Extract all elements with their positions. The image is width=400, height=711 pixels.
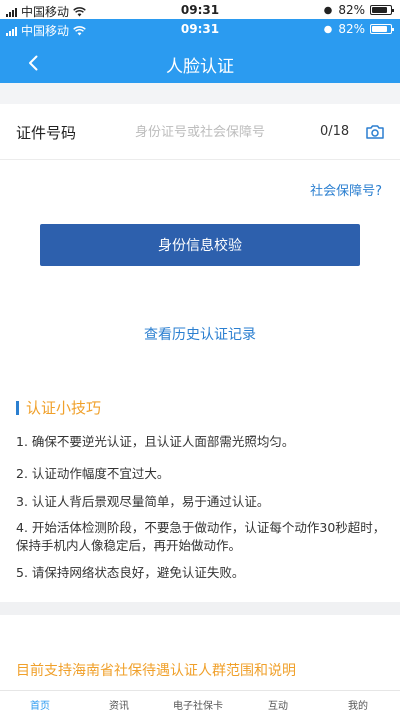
- ghost-status-right: 82%: [323, 3, 394, 17]
- tab-bar: 首页 资讯 电子社保卡 互动 我的: [0, 690, 400, 711]
- tips-header: 认证小技巧: [16, 397, 101, 418]
- section-divider: [0, 602, 400, 615]
- battery-icon: [370, 5, 394, 15]
- status-right: 82%: [323, 22, 394, 36]
- tab-mine[interactable]: 我的: [348, 697, 368, 711]
- support-scope-link[interactable]: 目前支持海南省社保待遇认证人群范围和说明: [16, 660, 296, 680]
- battery-icon: [370, 24, 394, 34]
- id-number-label: 证件号码: [16, 124, 77, 142]
- tips-accent-bar: [16, 400, 19, 415]
- tab-home[interactable]: 首页: [30, 697, 50, 711]
- social-security-number-link[interactable]: 社会保障号?: [310, 180, 382, 199]
- status-bar: 中国移动 09:31 82%: [0, 19, 400, 43]
- tip-item: 1. 确保不要逆光认证，且认证人面部需光照均匀。: [16, 434, 295, 449]
- ghost-status-bar: 中国移动 09:31 82%: [0, 0, 400, 19]
- camera-icon[interactable]: [365, 124, 385, 140]
- id-number-row: 证件号码 0/18: [0, 104, 400, 160]
- page-title: 人脸认证: [166, 57, 234, 77]
- tip-item: 3. 认证人背后景观尽量简单，易于通过认证。: [16, 494, 270, 509]
- tip-item: 4. 开始活体检测阶段，不要急于做动作，认证每个动作30秒超时，保持手机内人像稳…: [16, 520, 386, 553]
- battery-text: 82%: [338, 22, 365, 36]
- tab-interaction[interactable]: 互动: [268, 697, 288, 711]
- verify-identity-button[interactable]: 身份信息校验: [40, 224, 360, 266]
- nav-bar: 人脸认证: [0, 43, 400, 83]
- tip-item: 2. 认证动作幅度不宜过大。: [16, 466, 170, 481]
- id-char-counter: 0/18: [320, 124, 350, 139]
- id-number-input[interactable]: [135, 118, 305, 146]
- battery-text: 82%: [338, 3, 365, 17]
- tab-news[interactable]: 资讯: [109, 697, 129, 711]
- tab-e-card[interactable]: 电子社保卡: [173, 697, 223, 711]
- history-records-link[interactable]: 查看历史认证记录: [0, 324, 400, 344]
- alarm-icon: [324, 6, 333, 15]
- tips-title: 认证小技巧: [26, 399, 102, 417]
- section-gap: [0, 83, 400, 104]
- alarm-icon: [324, 25, 333, 34]
- tip-item: 5. 请保持网络状态良好，避免认证失败。: [16, 565, 245, 580]
